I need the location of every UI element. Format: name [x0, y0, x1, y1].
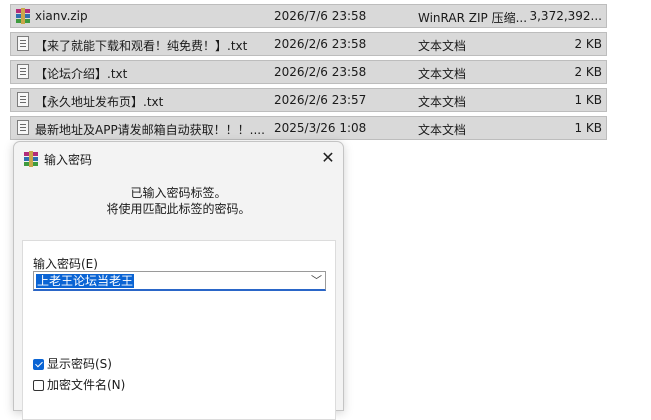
message-line: 将使用匹配此标签的密码。 [106, 202, 251, 216]
show-password-label: 显示密码(S) [47, 357, 112, 371]
file-size: 2 KB [574, 65, 602, 79]
file-row[interactable]: 【论坛介绍】.txt 2026/2/6 23:58 文本文档 2 KB [10, 60, 607, 84]
file-row-xianv-zip[interactable]: xianv.zip 2026/7/6 23:58 WinRAR ZIP 压缩..… [10, 4, 607, 28]
checkbox-checked-icon[interactable] [33, 359, 44, 370]
dialog-message: 已输入密码标签。 将使用匹配此标签的密码。 [14, 185, 343, 217]
winrar-app-icon [22, 150, 40, 168]
file-name: 【永久地址发布页】.txt [35, 95, 164, 109]
text-document-icon [14, 91, 32, 109]
checkbox-unchecked-icon[interactable] [33, 380, 44, 391]
file-size: 1 KB [574, 121, 602, 135]
message-line: 已输入密码标签。 [130, 186, 227, 200]
file-date: 2026/2/6 23:58 [274, 65, 367, 79]
text-document-icon [14, 35, 32, 53]
file-name: xianv.zip [35, 9, 88, 23]
text-document-icon [14, 119, 32, 137]
file-date: 2026/7/6 23:58 [274, 9, 367, 23]
file-size: 2 KB [574, 37, 602, 51]
file-size: 3,372,392... [529, 9, 602, 23]
encrypt-filenames-label: 加密文件名(N) [47, 378, 126, 392]
password-value[interactable]: 上老王论坛当老王 [36, 274, 135, 288]
file-name: 最新地址及APP请发邮箱自动获取！！！.... [35, 123, 265, 137]
file-name: 【来了就能下载和观看！纯免费！】.txt [35, 39, 248, 53]
file-row[interactable]: 【来了就能下载和观看！纯免费！】.txt 2026/2/6 23:58 文本文档… [10, 32, 607, 56]
chevron-down-icon[interactable]: ﹀ [311, 273, 322, 289]
file-row[interactable]: 最新地址及APP请发邮箱自动获取！！！.... 2025/3/26 1:08 文… [10, 116, 607, 140]
password-dialog: 输入密码 ✕ 已输入密码标签。 将使用匹配此标签的密码。 输入密码(E) 上老王… [13, 141, 344, 420]
password-label: 输入密码(E) [33, 257, 98, 271]
file-size: 1 KB [574, 93, 602, 107]
password-combobox[interactable]: 上老王论坛当老王 ﹀ [33, 271, 326, 291]
file-row[interactable]: 【永久地址发布页】.txt 2026/2/6 23:57 文本文档 1 KB [10, 88, 607, 112]
file-name: 【论坛介绍】.txt [35, 67, 128, 81]
password-panel: 输入密码(E) 上老王论坛当老王 ﹀ 显示密码(S) 加密文件名(N) [22, 240, 336, 420]
dialog-titlebar[interactable]: 输入密码 ✕ [14, 142, 343, 174]
dialog-title: 输入密码 [44, 153, 93, 167]
winrar-archive-icon [14, 7, 32, 25]
file-date: 2026/2/6 23:57 [274, 93, 367, 107]
close-button[interactable]: ✕ [317, 147, 339, 169]
close-icon: ✕ [321, 148, 335, 167]
file-date: 2026/2/6 23:58 [274, 37, 367, 51]
text-document-icon [14, 63, 32, 81]
encrypt-filenames-checkbox[interactable]: 加密文件名(N) [33, 376, 125, 393]
file-date: 2025/3/26 1:08 [274, 121, 367, 135]
show-password-checkbox[interactable]: 显示密码(S) [33, 355, 112, 372]
